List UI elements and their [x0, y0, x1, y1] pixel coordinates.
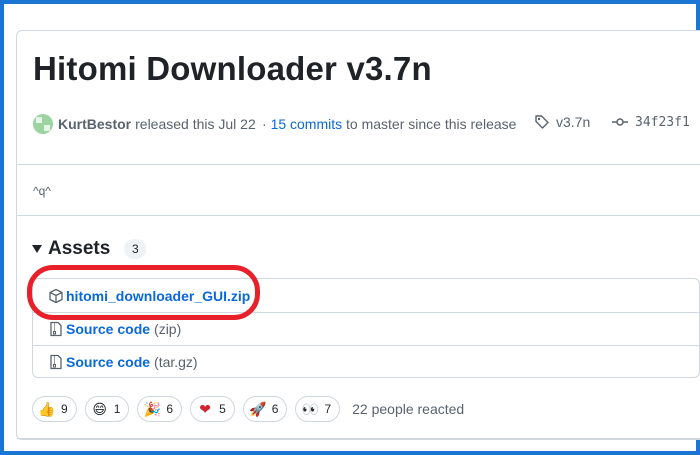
author-link[interactable]: KurtBestor	[58, 116, 131, 132]
commits-link[interactable]: 15 commits	[271, 116, 343, 132]
divider	[17, 215, 700, 216]
tag-label: v3.7n	[556, 114, 591, 130]
reaction-heart[interactable]: ❤ 5	[190, 396, 235, 422]
divider	[17, 164, 700, 165]
reaction-eyes[interactable]: 👀 7	[295, 396, 341, 422]
reaction-laugh[interactable]: 😄 1	[84, 396, 130, 422]
author-avatar[interactable]	[33, 114, 53, 134]
release-tag[interactable]: v3.7n	[534, 114, 590, 130]
highlight-circle	[27, 265, 260, 320]
commit-hash: 34f23f1	[635, 114, 690, 130]
assets-title: Assets	[48, 238, 111, 259]
release-card	[16, 30, 700, 440]
commit-icon	[612, 118, 628, 126]
release-title: Hitomi Downloader v3.7n	[33, 50, 432, 87]
reactions-bar: 👍 9 😄 1 🎉 6 ❤ 5 🚀 6 👀 7 22 people reacte…	[32, 396, 464, 422]
commits-info: · 15 commits to master since this releas…	[262, 116, 516, 132]
eyes-icon: 👀	[301, 401, 320, 417]
reaction-count: 6	[166, 402, 174, 416]
caret-down-icon	[32, 245, 42, 253]
reaction-count: 5	[219, 402, 226, 416]
commits-suffix: to master since this release	[346, 116, 517, 132]
hooray-icon: 🎉	[143, 401, 162, 417]
divider	[17, 438, 700, 439]
release-meta: KurtBestor released this Jul 22	[33, 112, 256, 136]
reaction-hooray[interactable]: 🎉 6	[137, 396, 183, 422]
assets-count-badge: 3	[124, 239, 147, 259]
release-commit[interactable]: 34f23f1	[612, 114, 690, 130]
released-text: released this Jul 22	[135, 116, 256, 132]
tag-icon	[535, 115, 549, 129]
reaction-count: 6	[271, 402, 279, 416]
reaction-count: 9	[61, 402, 68, 416]
asset-ext: (tar.gz)	[154, 354, 198, 370]
file-zip-icon	[50, 354, 62, 370]
reaction-count: 7	[324, 402, 332, 416]
assets-toggle[interactable]: Assets 3	[32, 238, 147, 260]
laugh-icon: 😄	[92, 401, 107, 417]
asset-name[interactable]: Source code	[66, 321, 150, 337]
heart-icon: ❤	[199, 401, 211, 417]
reaction-thumbs-up[interactable]: 👍 9	[32, 396, 77, 422]
asset-row[interactable]: Source code (tar.gz)	[33, 345, 699, 378]
reaction-rocket[interactable]: 🚀 6	[242, 396, 288, 422]
reaction-count: 1	[113, 402, 121, 416]
commits-separator: ·	[262, 116, 267, 132]
asset-name[interactable]: Source code	[66, 354, 150, 370]
asset-ext: (zip)	[154, 321, 182, 337]
reactions-summary: 22 people reacted	[352, 401, 465, 417]
release-body: ^q^	[33, 184, 51, 198]
file-zip-icon	[50, 321, 62, 337]
rocket-icon: 🚀	[249, 401, 267, 417]
thumbs-up-icon: 👍	[38, 401, 56, 417]
